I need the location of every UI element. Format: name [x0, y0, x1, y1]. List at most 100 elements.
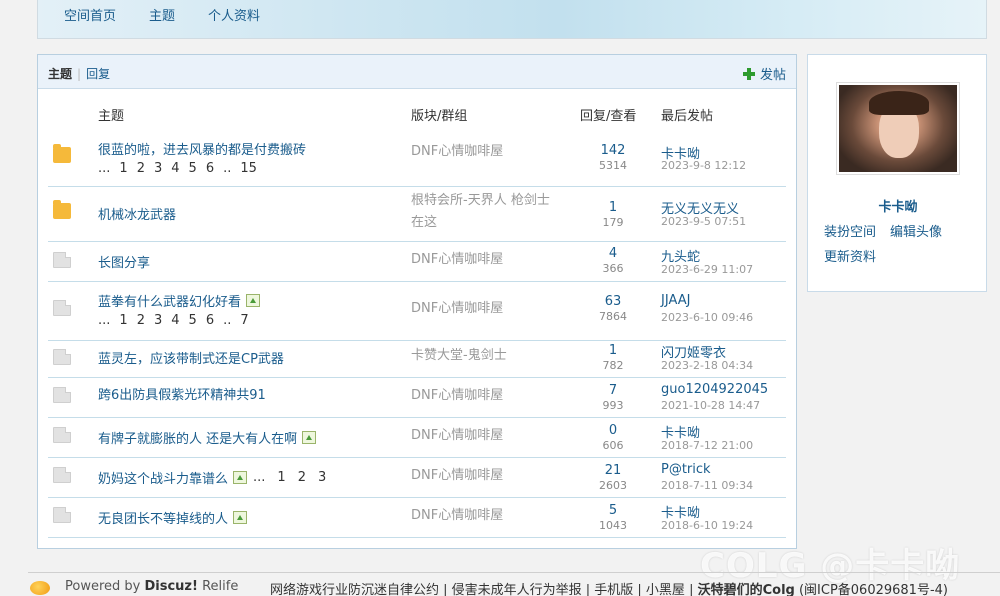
reply-count: 142: [600, 143, 626, 158]
last-post-user[interactable]: JJAAJ: [661, 293, 690, 308]
reply-count: 0: [608, 423, 618, 438]
page-link[interactable]: 6: [206, 313, 214, 328]
page-link[interactable]: 5: [189, 161, 197, 176]
thread-forum[interactable]: DNF心情咖啡屋: [411, 505, 561, 527]
nav-profile[interactable]: 个人资料: [208, 5, 260, 24]
last-post-time: 2023-6-29 11:07: [661, 263, 754, 276]
thread-pages: ... 1 2 3 4 5 6.. 7: [98, 313, 258, 328]
thread-row: 奶妈这个战斗力靠谱么... 1 2 3 DNF心情咖啡屋 21 2603 P@trick 201…: [48, 458, 786, 498]
page-link[interactable]: ...: [98, 161, 110, 176]
last-post-user[interactable]: guo1204922045: [661, 382, 768, 397]
tab-separator: |: [77, 66, 82, 81]
thread-title[interactable]: 很蓝的啦，进去风暴的都是付费搬砖: [98, 139, 306, 158]
nav-space-home[interactable]: 空间首页: [64, 5, 116, 24]
reply-count: 1: [608, 200, 618, 215]
thread-forum[interactable]: 卡赞大堂-鬼剑士: [411, 345, 561, 367]
new-post-label: 发帖: [759, 68, 786, 83]
thread-row: 跨6出防具假紫光环精神共91 DNF心情咖啡屋 7 993 guo1204922045 2…: [48, 378, 786, 418]
thread-list-box: 主题 | 回复 发帖 主题 版块/群组 回复/查看 最后发帖 很蓝的啦，进去风暴…: [37, 54, 797, 549]
page-link[interactable]: ..: [223, 161, 231, 176]
page-link[interactable]: 2: [298, 470, 306, 485]
thread-row: 蓝拳有什么武器幻化好看... 1 2 3 4 5 6.. 7 DNF心情咖啡屋 63 7864 JJA…: [48, 282, 786, 341]
reply-count: 4: [608, 246, 618, 261]
thread-title[interactable]: 蓝灵左，应该带制式还是CP武器: [98, 348, 284, 367]
thread-title[interactable]: 有牌子就膨胀的人 还是大有人在啊: [98, 428, 317, 447]
thread-title[interactable]: 长图分享: [98, 252, 150, 271]
thread-doc-icon: [53, 467, 71, 483]
last-post-time: 2023-2-18 04:34: [661, 359, 754, 372]
site-name[interactable]: 沃特碧们的Colg: [698, 583, 795, 596]
image-attachment-icon: [246, 294, 261, 307]
page-link[interactable]: 3: [154, 313, 162, 328]
view-count: 7864: [599, 310, 627, 323]
thread-title[interactable]: 机械冰龙武器: [98, 204, 176, 223]
last-post-user[interactable]: P@trick: [661, 462, 711, 477]
discuz-link[interactable]: Discuz!: [144, 579, 197, 594]
space-nav: 空间首页 主题 个人资料: [64, 5, 293, 24]
page-link[interactable]: 5: [189, 313, 197, 328]
last-post-time: 2018-6-10 19:24: [661, 519, 754, 532]
thread-forum[interactable]: DNF心情咖啡屋: [411, 425, 561, 447]
page-link[interactable]: 7: [240, 313, 248, 328]
page-link[interactable]: 4: [171, 161, 179, 176]
new-post-button[interactable]: 发帖: [742, 64, 786, 83]
thread-row: 长图分享 DNF心情咖啡屋 4 366 九头蛇 2023-6-29 11:07: [48, 242, 786, 282]
thread-forum[interactable]: DNF心情咖啡屋: [411, 249, 561, 271]
page-link[interactable]: ..: [223, 313, 231, 328]
thread-row: 机械冰龙武器 根特会所-天界人 枪剑士在这 1 179 无义无义无义 2023-9-5 0…: [48, 187, 786, 242]
thread-doc-icon: [53, 387, 71, 403]
thread-row: 很蓝的啦，进去风暴的都是付费搬砖... 1 2 3 4 5 6.. 15 DNF心情咖啡屋 142…: [48, 129, 786, 187]
page-link[interactable]: 6: [206, 161, 214, 176]
profile-card: 卡卡呦 装扮空间 编辑头像 更新资料: [807, 54, 987, 292]
thread-forum[interactable]: DNF心情咖啡屋: [411, 385, 561, 407]
page-link[interactable]: ...: [98, 313, 110, 328]
last-post-time: 2018-7-11 09:34: [661, 479, 754, 492]
thread-title[interactable]: 无良团长不等掉线的人: [98, 508, 248, 527]
thread-doc-icon: [53, 252, 71, 268]
tab-replies[interactable]: 回复: [86, 65, 110, 82]
page-link[interactable]: 1: [119, 161, 127, 176]
page-link[interactable]: 3: [154, 161, 162, 176]
page-link[interactable]: 1: [119, 313, 127, 328]
nav-topics[interactable]: 主题: [149, 5, 175, 24]
page-link[interactable]: 2: [137, 161, 145, 176]
profile-username[interactable]: 卡卡呦: [808, 196, 988, 215]
page-link[interactable]: 4: [171, 313, 179, 328]
plus-icon: [742, 67, 755, 80]
thread-row: 无良团长不等掉线的人 DNF心情咖啡屋 5 1043 卡卡呦 2018-6-10 19:2…: [48, 498, 786, 538]
col-forum: 版块/群组: [411, 109, 468, 124]
page-link[interactable]: 3: [318, 470, 326, 485]
thread-pages: ... 1 2 3 4 5 6.. 15: [98, 161, 266, 176]
reply-count: 1: [608, 343, 618, 358]
avatar[interactable]: [836, 82, 960, 175]
thread-forum[interactable]: 根特会所-天界人 枪剑士在这: [411, 190, 561, 234]
tab-topics[interactable]: 主题: [48, 65, 72, 82]
reply-count: 63: [604, 294, 622, 309]
thread-forum[interactable]: DNF心情咖啡屋: [411, 141, 561, 163]
view-count: 179: [602, 216, 624, 229]
thread-title[interactable]: 蓝拳有什么武器幻化好看: [98, 291, 261, 310]
page-link[interactable]: 1: [277, 470, 285, 485]
thread-title[interactable]: 奶妈这个战斗力靠谱么... 1 2 3: [98, 468, 338, 487]
col-title: 主题: [98, 109, 125, 124]
edit-avatar-link[interactable]: 编辑头像: [890, 225, 942, 240]
thread-forum[interactable]: DNF心情咖啡屋: [411, 465, 561, 487]
page-link[interactable]: ...: [253, 470, 265, 485]
space-header: 空间首页 主题 个人资料: [37, 0, 987, 39]
thread-forum[interactable]: DNF心情咖啡屋: [411, 298, 561, 320]
page-link[interactable]: 15: [240, 161, 257, 176]
update-profile-link[interactable]: 更新资料: [824, 250, 876, 265]
thread-doc-icon: [53, 427, 71, 443]
thread-doc-icon: [53, 507, 71, 523]
dress-space-link[interactable]: 装扮空间: [824, 225, 876, 240]
last-post-time: 2023-9-5 07:51: [661, 215, 747, 228]
col-last-post: 最后发帖: [661, 109, 714, 124]
powered-by: Powered by Discuz! Relife: [65, 579, 239, 594]
view-count: 1043: [599, 519, 627, 532]
thread-title[interactable]: 跨6出防具假紫光环精神共91: [98, 384, 266, 403]
last-post-time: 2021-10-28 14:47: [661, 399, 761, 412]
thread-pages: ... 1 2 3: [253, 470, 338, 485]
view-count: 366: [602, 262, 624, 275]
page-link[interactable]: 2: [137, 313, 145, 328]
footer-links[interactable]: 网络游戏行业防沉迷自律公约 | 侵害未成年人行为举报 | 手机版 | 小黑屋 |…: [270, 579, 948, 596]
